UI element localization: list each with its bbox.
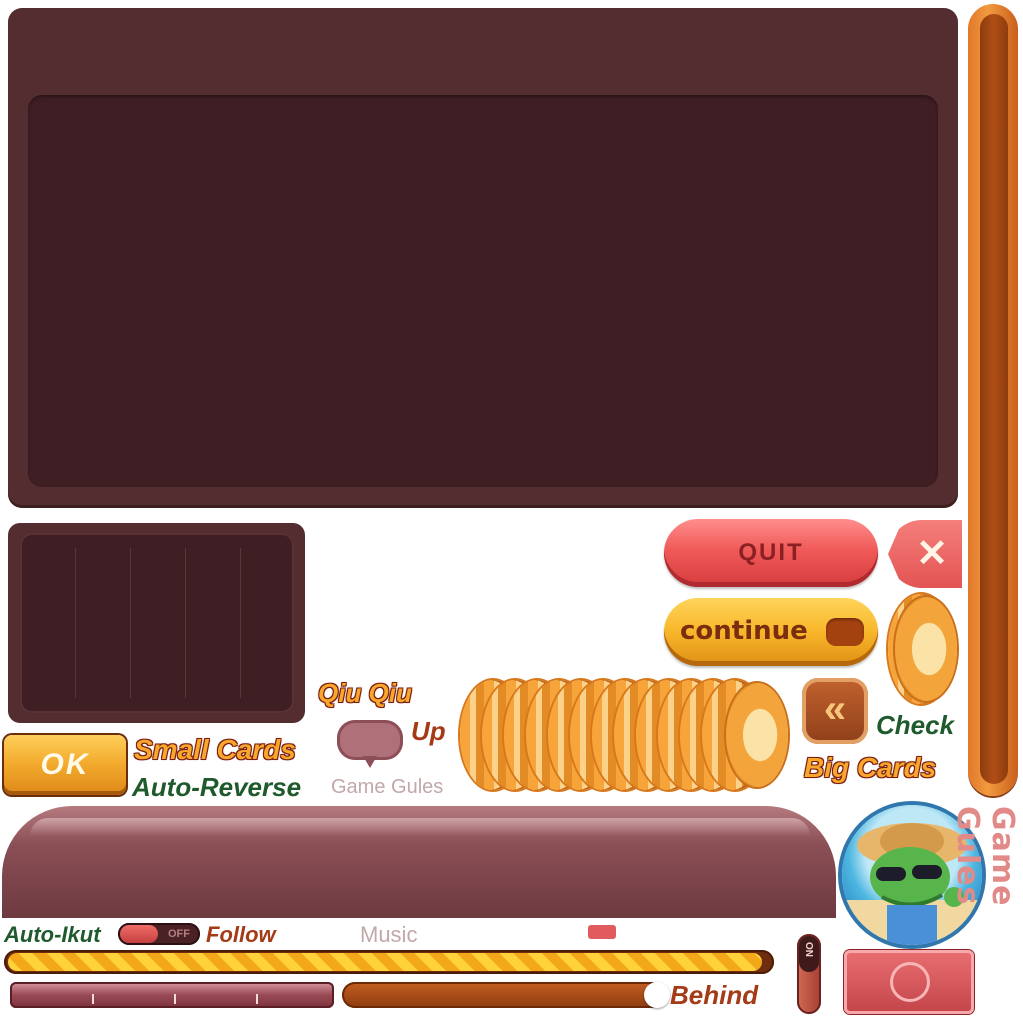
segment-tick <box>256 994 258 1004</box>
segment-tick <box>92 994 94 1004</box>
rewind-button[interactable]: « <box>802 678 868 744</box>
chat-bubble-tail <box>363 756 377 768</box>
quit-button[interactable]: QUIT <box>664 519 878 587</box>
segment-tick <box>174 994 176 1004</box>
card-slot-divider <box>185 548 186 698</box>
small-cards-label: Small Cards <box>134 734 296 765</box>
slider-track[interactable] <box>342 982 664 1008</box>
chat-bubble-icon[interactable] <box>337 720 403 760</box>
big-cards-label: Big Cards <box>804 752 937 783</box>
coin-face-icon <box>895 597 957 701</box>
toggle-knob[interactable] <box>120 925 158 943</box>
continue-label: continue <box>680 616 808 646</box>
check-label: Check <box>876 710 955 740</box>
music-slider-thumb[interactable] <box>588 925 616 939</box>
follow-label: Follow <box>206 922 276 947</box>
card-slot-divider <box>75 548 76 698</box>
large-panel-inner <box>28 95 938 487</box>
bottom-banner-highlight <box>30 818 810 836</box>
music-label: Music <box>360 922 418 947</box>
close-icon[interactable]: ✕ <box>912 534 952 574</box>
vertical-toggle-state: ON <box>803 942 814 957</box>
slider-knob[interactable] <box>644 982 670 1008</box>
segmented-bar <box>10 982 334 1008</box>
brand-vertical-label: Game Gules <box>950 806 1020 907</box>
card-emblem-icon <box>890 962 930 1002</box>
toggle-state-label: OFF <box>168 928 190 940</box>
qiu-qiu-label: Qiu Qiu <box>318 678 412 708</box>
auto-ikut-label: Auto-Ikut <box>4 922 101 947</box>
behind-label: Behind <box>670 980 759 1010</box>
continue-indicator <box>826 618 864 646</box>
game-gules-label: Game Gules <box>331 776 444 798</box>
ok-button[interactable]: OK <box>4 735 126 795</box>
card-slot-divider <box>240 548 241 698</box>
card-slot-divider <box>130 548 131 698</box>
up-label: Up <box>411 716 446 746</box>
progress-fill <box>8 953 762 971</box>
card-slot-panel-inner <box>20 533 294 713</box>
coin-stack-front-icon <box>726 683 788 787</box>
auto-reverse-label: Auto-Reverse <box>132 772 302 802</box>
vertical-scrollbar-track <box>980 14 1008 784</box>
